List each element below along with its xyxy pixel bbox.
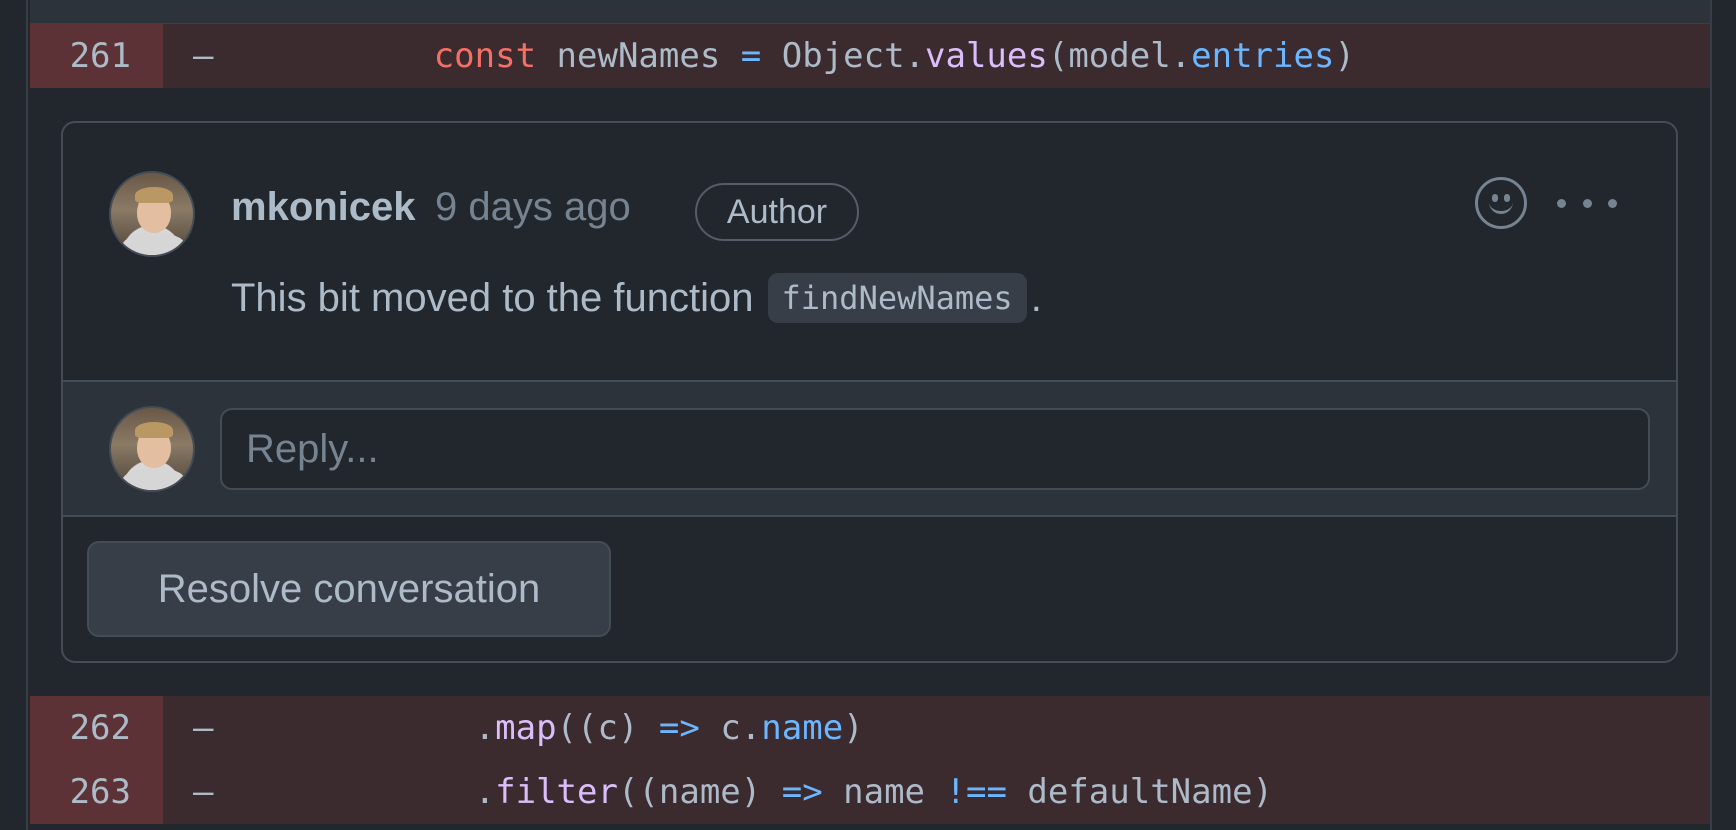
- comment-body: This bit moved to the function findNewNa…: [231, 273, 1042, 323]
- inline-code: findNewNames: [767, 273, 1027, 323]
- reply-area: [63, 380, 1676, 517]
- menu-dot: [1582, 198, 1592, 208]
- comment-text: This bit moved to the function: [231, 275, 754, 320]
- code-operator: !==: [945, 772, 1007, 812]
- diff-line-261: 261 – const newNames = Object.values(mod…: [30, 24, 1710, 88]
- code-text: ((name): [617, 772, 782, 812]
- code-text: ((c): [556, 708, 659, 748]
- avatar-shirt: [121, 468, 187, 490]
- line-number[interactable]: 262: [30, 696, 163, 760]
- code-operator: =>: [658, 708, 700, 748]
- code-text: .: [474, 772, 496, 812]
- comment-text-end: .: [1030, 275, 1042, 320]
- code-text: .: [474, 708, 496, 748]
- review-comment: mkonicek 9 days ago Author This bit move…: [63, 123, 1676, 380]
- avatar[interactable]: [109, 171, 195, 257]
- code-operator: =>: [781, 772, 823, 812]
- code-function: filter: [495, 772, 618, 812]
- reply-input[interactable]: [220, 408, 1650, 490]
- resolve-conversation-button[interactable]: Resolve conversation: [87, 541, 611, 637]
- code-text: defaultName): [1006, 772, 1274, 812]
- code-function: map: [495, 708, 557, 748]
- deletion-marker: –: [193, 708, 214, 748]
- comment-timestamp[interactable]: 9 days ago: [435, 185, 631, 230]
- code-content: .map((c) => c.name): [229, 708, 864, 748]
- code-text: c.: [699, 708, 762, 748]
- menu-dot: [1608, 198, 1617, 208]
- avatar-hair: [135, 187, 173, 203]
- current-user-avatar: [109, 406, 195, 492]
- right-scroll-gutter: [1710, 0, 1736, 830]
- deletion-marker: –: [193, 772, 214, 812]
- left-gutter: [0, 0, 28, 830]
- avatar-hair: [135, 422, 173, 438]
- code-text: ): [1334, 36, 1355, 76]
- code-property: entries: [1191, 36, 1335, 76]
- smiley-mouth: [1489, 200, 1513, 214]
- code-text: name: [822, 772, 946, 812]
- author-badge: Author: [695, 183, 859, 241]
- code-content: const newNames = Object.values(model.ent…: [229, 36, 1355, 76]
- previous-diff-line: [30, 0, 1710, 24]
- review-comment-thread: mkonicek 9 days ago Author This bit move…: [61, 121, 1678, 663]
- code-property: name: [761, 708, 844, 748]
- code-function: values: [925, 36, 1048, 76]
- comment-author[interactable]: mkonicek: [231, 185, 416, 230]
- smiley-icon[interactable]: [1475, 177, 1527, 229]
- code-operator: =: [740, 36, 762, 76]
- diff-line-263: 263 – .filter((name) => name !== default…: [30, 760, 1710, 824]
- diff-line-262: 262 – .map((c) => c.name): [30, 696, 1710, 760]
- code-text: newNames: [536, 36, 741, 76]
- avatar-shirt: [121, 233, 187, 255]
- menu-dot: [1557, 198, 1566, 208]
- code-content: .filter((name) => name !== defaultName): [229, 772, 1273, 812]
- deletion-marker: –: [193, 36, 214, 76]
- line-number[interactable]: 263: [30, 760, 163, 824]
- code-text: ): [843, 708, 864, 748]
- code-keyword: const: [433, 36, 537, 76]
- code-text: (model.: [1047, 36, 1192, 76]
- kebab-menu-icon[interactable]: [1557, 181, 1617, 225]
- code-text: Object.: [761, 36, 926, 76]
- line-number[interactable]: 261: [30, 24, 163, 88]
